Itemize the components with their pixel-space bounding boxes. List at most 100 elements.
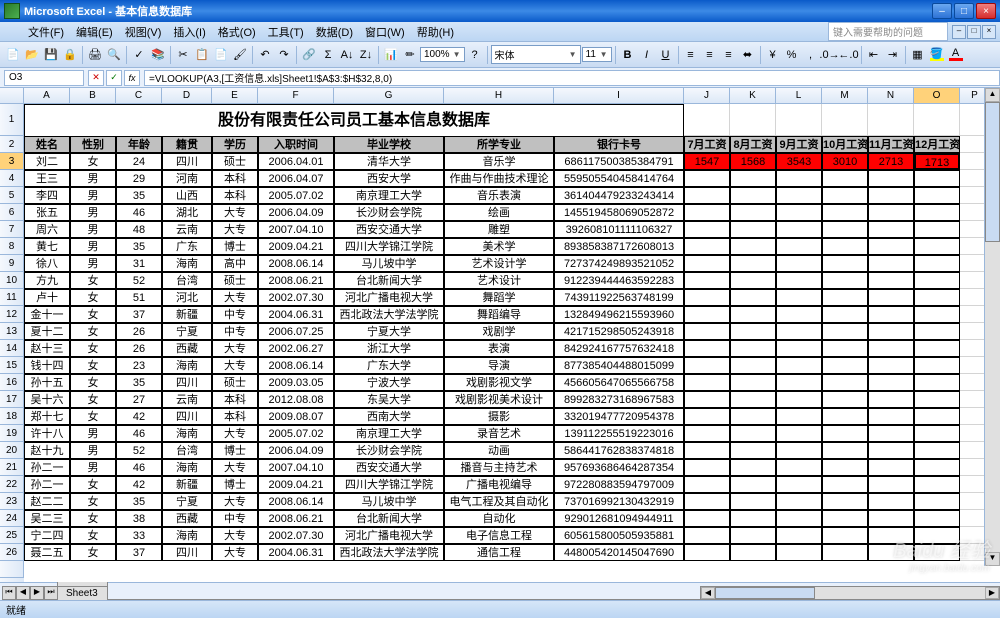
col-header-E[interactable]: E [212, 88, 258, 103]
data-cell[interactable]: 35 [116, 238, 162, 255]
data-cell[interactable] [684, 425, 730, 442]
data-cell[interactable] [868, 442, 914, 459]
data-cell[interactable]: 张五 [24, 204, 70, 221]
row-header-6[interactable]: 6 [0, 204, 24, 221]
maximize-button[interactable]: □ [954, 3, 974, 19]
data-cell[interactable]: 2008.06.21 [258, 272, 334, 289]
menu-窗口(W)[interactable]: 窗口(W) [359, 25, 411, 41]
data-cell[interactable]: 2005.07.02 [258, 187, 334, 204]
data-cell[interactable] [868, 187, 914, 204]
data-cell[interactable] [730, 527, 776, 544]
row-header[interactable] [0, 561, 24, 578]
data-cell[interactable] [730, 493, 776, 510]
row-header-24[interactable]: 24 [0, 510, 24, 527]
name-box[interactable]: O3 [4, 70, 84, 86]
data-cell[interactable] [776, 544, 822, 561]
cut-button[interactable]: ✂ [174, 46, 192, 64]
data-cell[interactable]: 48 [116, 221, 162, 238]
data-cell[interactable]: 392608101111106327 [554, 221, 684, 238]
drawing-button[interactable]: ✏ [401, 46, 419, 64]
row-header-15[interactable]: 15 [0, 357, 24, 374]
data-cell[interactable] [868, 221, 914, 238]
data-cell[interactable] [914, 187, 960, 204]
data-cell[interactable]: 许十八 [24, 425, 70, 442]
data-cell[interactable] [822, 323, 868, 340]
data-cell[interactable]: 23 [116, 357, 162, 374]
data-cell[interactable]: 钱十四 [24, 357, 70, 374]
data-cell[interactable]: 421715298505243918 [554, 323, 684, 340]
data-cell[interactable]: 聂二五 [24, 544, 70, 561]
data-cell[interactable]: 2006.04.01 [258, 153, 334, 170]
row-header-19[interactable]: 19 [0, 425, 24, 442]
data-cell[interactable]: 四川 [162, 544, 212, 561]
data-cell[interactable]: 2005.07.02 [258, 425, 334, 442]
data-cell[interactable]: 摄影 [444, 408, 554, 425]
data-cell[interactable] [914, 272, 960, 289]
data-cell[interactable] [868, 306, 914, 323]
data-cell[interactable]: 刘二 [24, 153, 70, 170]
menu-帮助(H)[interactable]: 帮助(H) [411, 25, 460, 41]
data-cell[interactable]: 2007.04.10 [258, 459, 334, 476]
data-cell[interactable]: 海南 [162, 527, 212, 544]
data-cell[interactable] [914, 459, 960, 476]
col-header-I[interactable]: I [554, 88, 684, 103]
data-cell[interactable]: 河北 [162, 289, 212, 306]
data-cell[interactable] [684, 204, 730, 221]
mdi-restore[interactable]: □ [967, 25, 981, 39]
data-cell[interactable] [822, 391, 868, 408]
data-cell[interactable] [776, 289, 822, 306]
data-cell[interactable]: 男 [70, 238, 116, 255]
increase-decimal-button[interactable]: .0→ [821, 46, 839, 64]
data-cell[interactable]: 女 [70, 374, 116, 391]
data-cell[interactable]: 46 [116, 425, 162, 442]
data-cell[interactable]: 女 [70, 408, 116, 425]
data-cell[interactable]: 女 [70, 357, 116, 374]
data-cell[interactable]: 硕士 [212, 153, 258, 170]
data-cell[interactable] [868, 493, 914, 510]
row-header-12[interactable]: 12 [0, 306, 24, 323]
data-cell[interactable]: 女 [70, 153, 116, 170]
data-cell[interactable]: 929012681094944911 [554, 510, 684, 527]
data-cell[interactable] [730, 391, 776, 408]
data-cell[interactable]: 男 [70, 204, 116, 221]
data-cell[interactable]: 四川 [162, 374, 212, 391]
data-cell[interactable]: 河南 [162, 170, 212, 187]
header-cell[interactable]: 12月工资 [914, 136, 960, 153]
data-cell[interactable]: 35 [116, 374, 162, 391]
data-cell[interactable] [868, 476, 914, 493]
data-cell[interactable] [730, 187, 776, 204]
redo-button[interactable]: ↷ [275, 46, 293, 64]
data-cell[interactable]: 方九 [24, 272, 70, 289]
data-cell[interactable]: 586441762838374818 [554, 442, 684, 459]
data-cell[interactable] [684, 221, 730, 238]
data-cell[interactable]: 自动化 [444, 510, 554, 527]
data-cell[interactable]: 31 [116, 255, 162, 272]
col-header-O[interactable]: O [914, 88, 960, 103]
data-cell[interactable] [914, 340, 960, 357]
data-cell[interactable]: 硕士 [212, 374, 258, 391]
data-cell[interactable]: 2713 [868, 153, 914, 170]
data-cell[interactable] [914, 408, 960, 425]
data-cell[interactable]: 26 [116, 323, 162, 340]
scroll-left-button[interactable]: ◀ [701, 587, 715, 599]
percent-button[interactable]: % [783, 46, 801, 64]
data-cell[interactable] [868, 408, 914, 425]
data-cell[interactable]: 2008.06.14 [258, 493, 334, 510]
row-header-18[interactable]: 18 [0, 408, 24, 425]
data-cell[interactable] [822, 357, 868, 374]
data-cell[interactable]: 雕塑 [444, 221, 554, 238]
decrease-decimal-button[interactable]: ←.0 [840, 46, 858, 64]
data-cell[interactable]: 37 [116, 544, 162, 561]
data-cell[interactable]: 52 [116, 272, 162, 289]
data-cell[interactable] [914, 442, 960, 459]
cell[interactable] [776, 104, 822, 136]
data-cell[interactable]: 686117500385384791 [554, 153, 684, 170]
data-cell[interactable] [776, 510, 822, 527]
data-cell[interactable]: 1568 [730, 153, 776, 170]
data-cell[interactable] [914, 289, 960, 306]
data-cell[interactable] [822, 510, 868, 527]
data-cell[interactable] [730, 238, 776, 255]
data-cell[interactable]: 27 [116, 391, 162, 408]
data-cell[interactable] [776, 357, 822, 374]
col-header-C[interactable]: C [116, 88, 162, 103]
